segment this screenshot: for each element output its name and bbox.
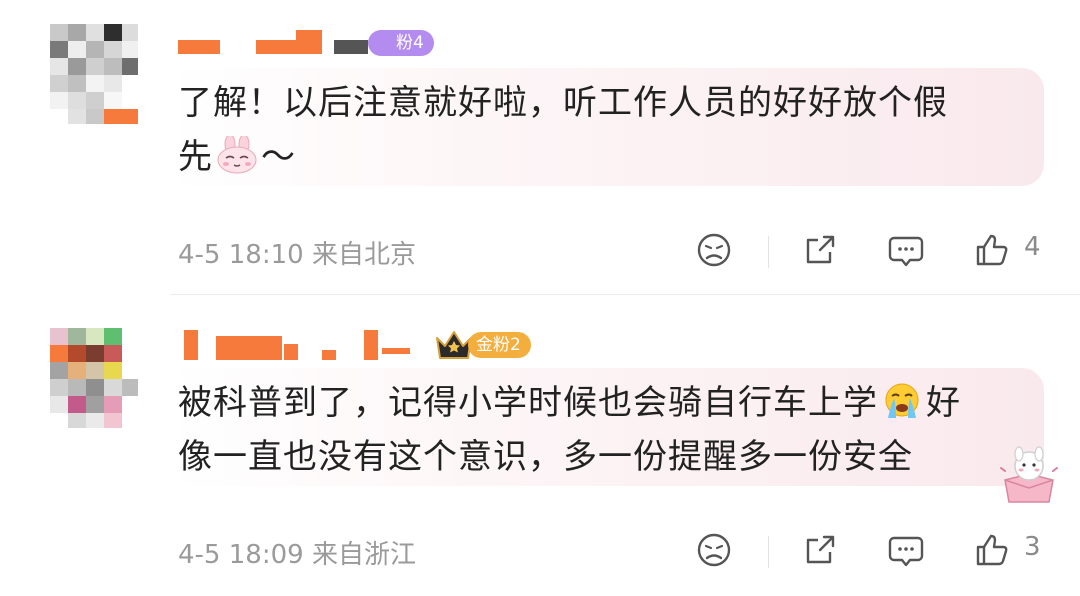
dislike-face-icon[interactable]: [694, 230, 740, 274]
fan-badge-label: 粉4: [396, 33, 424, 53]
comment-text-line: 像一直也没有这个意识，多一份提醒多一份安全: [178, 437, 913, 477]
gold-fan-badge-label: 金粉2: [476, 335, 521, 355]
timestamp: 4-5 18:10: [178, 240, 304, 270]
comment-icon[interactable]: [886, 530, 932, 574]
action-separator: [768, 536, 769, 568]
location: 来自浙江: [311, 540, 416, 570]
comment-actions: 4: [690, 230, 1070, 274]
comment-text[interactable]: 了解！以后注意就好啦，听工作人员的好好放个假 先 ～: [178, 76, 1028, 184]
share-icon[interactable]: [800, 530, 846, 574]
comment-icon[interactable]: [886, 230, 932, 274]
like-count: 4: [1024, 232, 1041, 262]
comment-item: 粉4 了解！以后注意就好啦，听工作人员的好好放个假 先 ～ 4-5 18:10 …: [0, 0, 1080, 296]
crying-emoji-icon: [880, 382, 924, 420]
dislike-face-icon[interactable]: [694, 530, 740, 574]
comment-text[interactable]: 被科普到了，记得小学时候也会骑自行车上学 好 像一直也没有这个意识，多一份提醒多…: [178, 376, 1028, 484]
comment-text-line: 好: [926, 383, 961, 423]
comment-actions: 3: [690, 530, 1070, 574]
action-separator: [768, 236, 769, 268]
location: 来自北京: [311, 240, 416, 270]
avatar[interactable]: [50, 328, 138, 428]
share-icon[interactable]: [800, 230, 846, 274]
gold-fan-badge: 金粉2: [468, 332, 531, 358]
comment-text-line: 先: [178, 137, 213, 177]
timestamp: 4-5 18:09: [178, 540, 304, 570]
comment-meta: 4-5 18:10 来自北京: [178, 234, 416, 271]
comment-text-line: ～: [261, 137, 296, 177]
comment-meta: 4-5 18:09 来自浙江: [178, 534, 416, 571]
comment-text-line: 了解！以后注意就好啦，听工作人员的好好放个假: [178, 83, 948, 123]
avatar[interactable]: [50, 24, 138, 124]
like-thumb-icon[interactable]: [972, 530, 1018, 574]
comment-text-line: 被科普到了，记得小学时候也会骑自行车上学: [178, 383, 878, 423]
fan-badge: 粉4: [368, 30, 434, 56]
like-count: 3: [1024, 532, 1041, 562]
comment-divider: [170, 294, 1080, 295]
bubble-sticker-icon: [995, 446, 1063, 506]
username[interactable]: [178, 30, 378, 60]
like-thumb-icon[interactable]: [972, 230, 1018, 274]
rabbit-emoji-icon: [215, 134, 259, 174]
username[interactable]: [178, 330, 428, 364]
comment-item: 金粉2 被科普到了，记得小学时候也会骑自行车上学 好 像一直也没有这个意识，多一…: [0, 296, 1080, 596]
